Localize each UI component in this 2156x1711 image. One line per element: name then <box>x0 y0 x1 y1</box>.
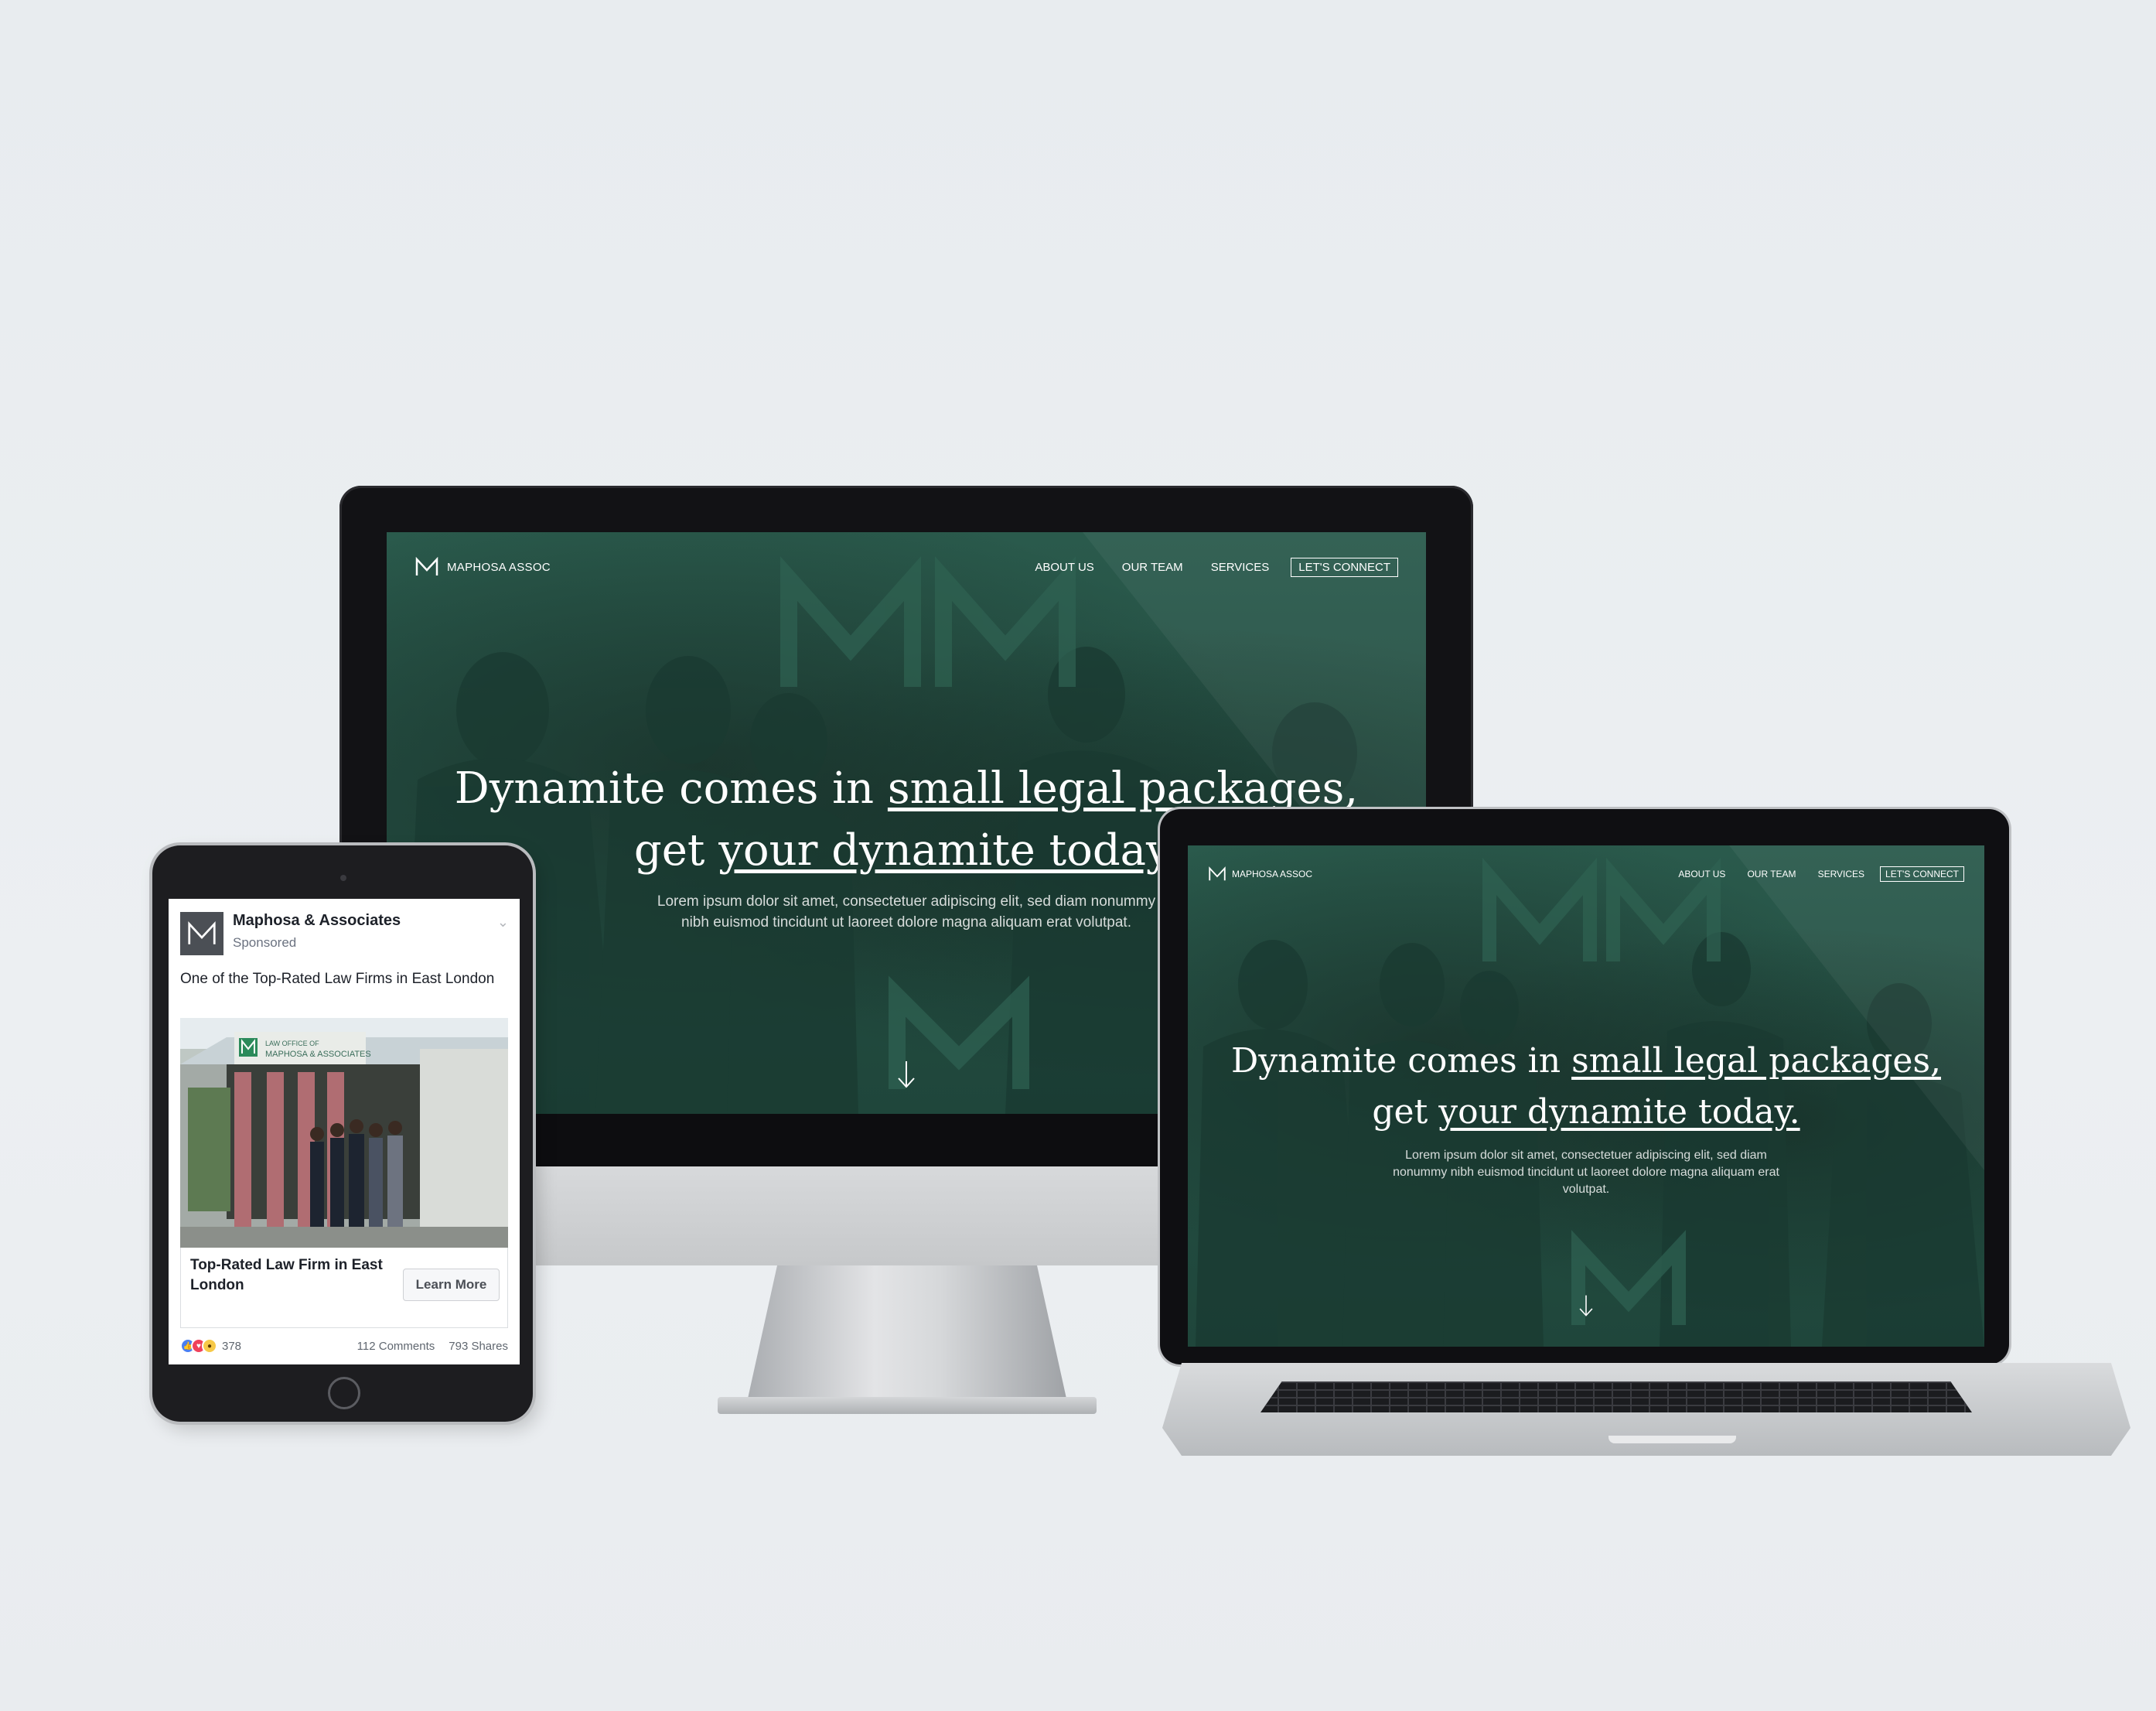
hero-description: Lorem ipsum dolor sit amet, consectetuer… <box>657 893 1156 931</box>
hero-headline: Dynamite comes in small legal packages, … <box>1188 1036 1984 1138</box>
ad-meta: Maphosa & Associates Sponsored <box>233 912 401 951</box>
brand-name: MAPHOSA ASSOC <box>1232 869 1313 879</box>
m-logo-icon <box>188 920 216 944</box>
nav-our-team[interactable]: OUR TEAM <box>1122 561 1183 574</box>
brand-logo[interactable]: MAPHOSA ASSOC <box>414 557 551 577</box>
hero-line-1-underlined: small legal packages, <box>1571 1041 1942 1081</box>
tablet-home-button[interactable] <box>328 1377 360 1409</box>
website-nav: MAPHOSA ASSOC ABOUT US OUR TEAM SERVICES… <box>414 555 1398 579</box>
facebook-ad-screen: Maphosa & Associates Sponsored ⌄ One of … <box>169 899 520 1364</box>
hero-line-2: get your dynamite today. <box>1188 1087 1984 1138</box>
hero-line-2-underlined: your dynamite today. <box>1438 1092 1800 1132</box>
down-arrow-icon[interactable] <box>897 1060 916 1089</box>
desktop-monitor-stand <box>745 1265 1069 1412</box>
nav-links: ABOUT US OUR TEAM SERVICES LET'S CONNECT <box>1035 555 1398 579</box>
desktop-monitor-foot <box>718 1397 1097 1414</box>
reaction-count[interactable]: 378 <box>222 1340 241 1353</box>
lets-connect-button[interactable]: LET'S CONNECT <box>1880 866 1964 882</box>
comments-count[interactable]: 112 Comments <box>357 1340 435 1353</box>
ad-photo[interactable]: LAW OFFICE OF MAPHOSA & ASSOCIATES <box>180 1018 508 1248</box>
post-text: One of the Top-Rated Law Firms in East L… <box>180 971 495 987</box>
nav-services[interactable]: SERVICES <box>1818 869 1864 879</box>
engagement-bar: 👍 ♥ ● 378 112 Comments 793 Shares <box>180 1337 508 1355</box>
nav-about-us[interactable]: ABOUT US <box>1678 869 1725 879</box>
laptop-website-screen: MAPHOSA ASSOC ABOUT US OUR TEAM SERVICES… <box>1188 845 1984 1347</box>
hero-line-2-text: get <box>1372 1092 1439 1132</box>
hero-line-1: Dynamite comes in small legal packages, <box>1188 1036 1984 1087</box>
website-nav: MAPHOSA ASSOC ABOUT US OUR TEAM SERVICES… <box>1208 866 1964 883</box>
card-title: Top-Rated Law Firm in East London <box>190 1257 383 1293</box>
down-arrow-icon[interactable] <box>1578 1294 1594 1317</box>
hero-line-1-text: Dynamite comes in <box>454 763 888 814</box>
brand-name: MAPHOSA ASSOC <box>447 560 551 574</box>
m-logo-icon <box>415 557 438 575</box>
lets-connect-button[interactable]: LET'S CONNECT <box>1291 557 1398 577</box>
nav-services[interactable]: SERVICES <box>1211 561 1270 574</box>
sign-line-1: LAW OFFICE OF <box>265 1040 319 1047</box>
hero-line-1-text: Dynamite comes in <box>1230 1041 1572 1081</box>
page-name[interactable]: Maphosa & Associates <box>233 912 401 930</box>
ad-header: Maphosa & Associates Sponsored <box>180 912 401 955</box>
wow-icon: ● <box>202 1338 217 1354</box>
sponsored-label: Sponsored <box>233 935 297 950</box>
nav-links: ABOUT US OUR TEAM SERVICES LET'S CONNECT <box>1678 866 1964 883</box>
page-avatar[interactable] <box>180 912 223 955</box>
law-office-photo: LAW OFFICE OF MAPHOSA & ASSOCIATES <box>180 1018 508 1248</box>
tablet-camera <box>340 875 346 881</box>
nav-our-team[interactable]: OUR TEAM <box>1747 869 1796 879</box>
hero-line-2-underlined: your dynamite today. <box>718 825 1179 876</box>
shares-count[interactable]: 793 Shares <box>449 1340 508 1353</box>
laptop-opening-notch <box>1608 1436 1736 1443</box>
m-logo-icon <box>1209 866 1226 881</box>
desktop-monitor-chin <box>533 1166 1167 1265</box>
hero-description: Lorem ipsum dolor sit amet, consectetuer… <box>1393 1149 1779 1196</box>
learn-more-button[interactable]: Learn More <box>403 1269 500 1301</box>
hero-line-1-underlined: small legal packages, <box>887 763 1359 814</box>
comments-shares: 112 Comments 793 Shares <box>357 1340 508 1353</box>
hero-line-2-text: get <box>633 825 719 876</box>
ad-link-card[interactable]: Top-Rated Law Firm in East London Learn … <box>180 1248 508 1328</box>
sign-line-2: MAPHOSA & ASSOCIATES <box>265 1050 371 1059</box>
nav-about-us[interactable]: ABOUT US <box>1035 561 1093 574</box>
brand-logo[interactable]: MAPHOSA ASSOC <box>1208 866 1312 882</box>
laptop-keyboard <box>1261 1381 1972 1412</box>
chevron-down-icon[interactable]: ⌄ <box>497 914 509 931</box>
